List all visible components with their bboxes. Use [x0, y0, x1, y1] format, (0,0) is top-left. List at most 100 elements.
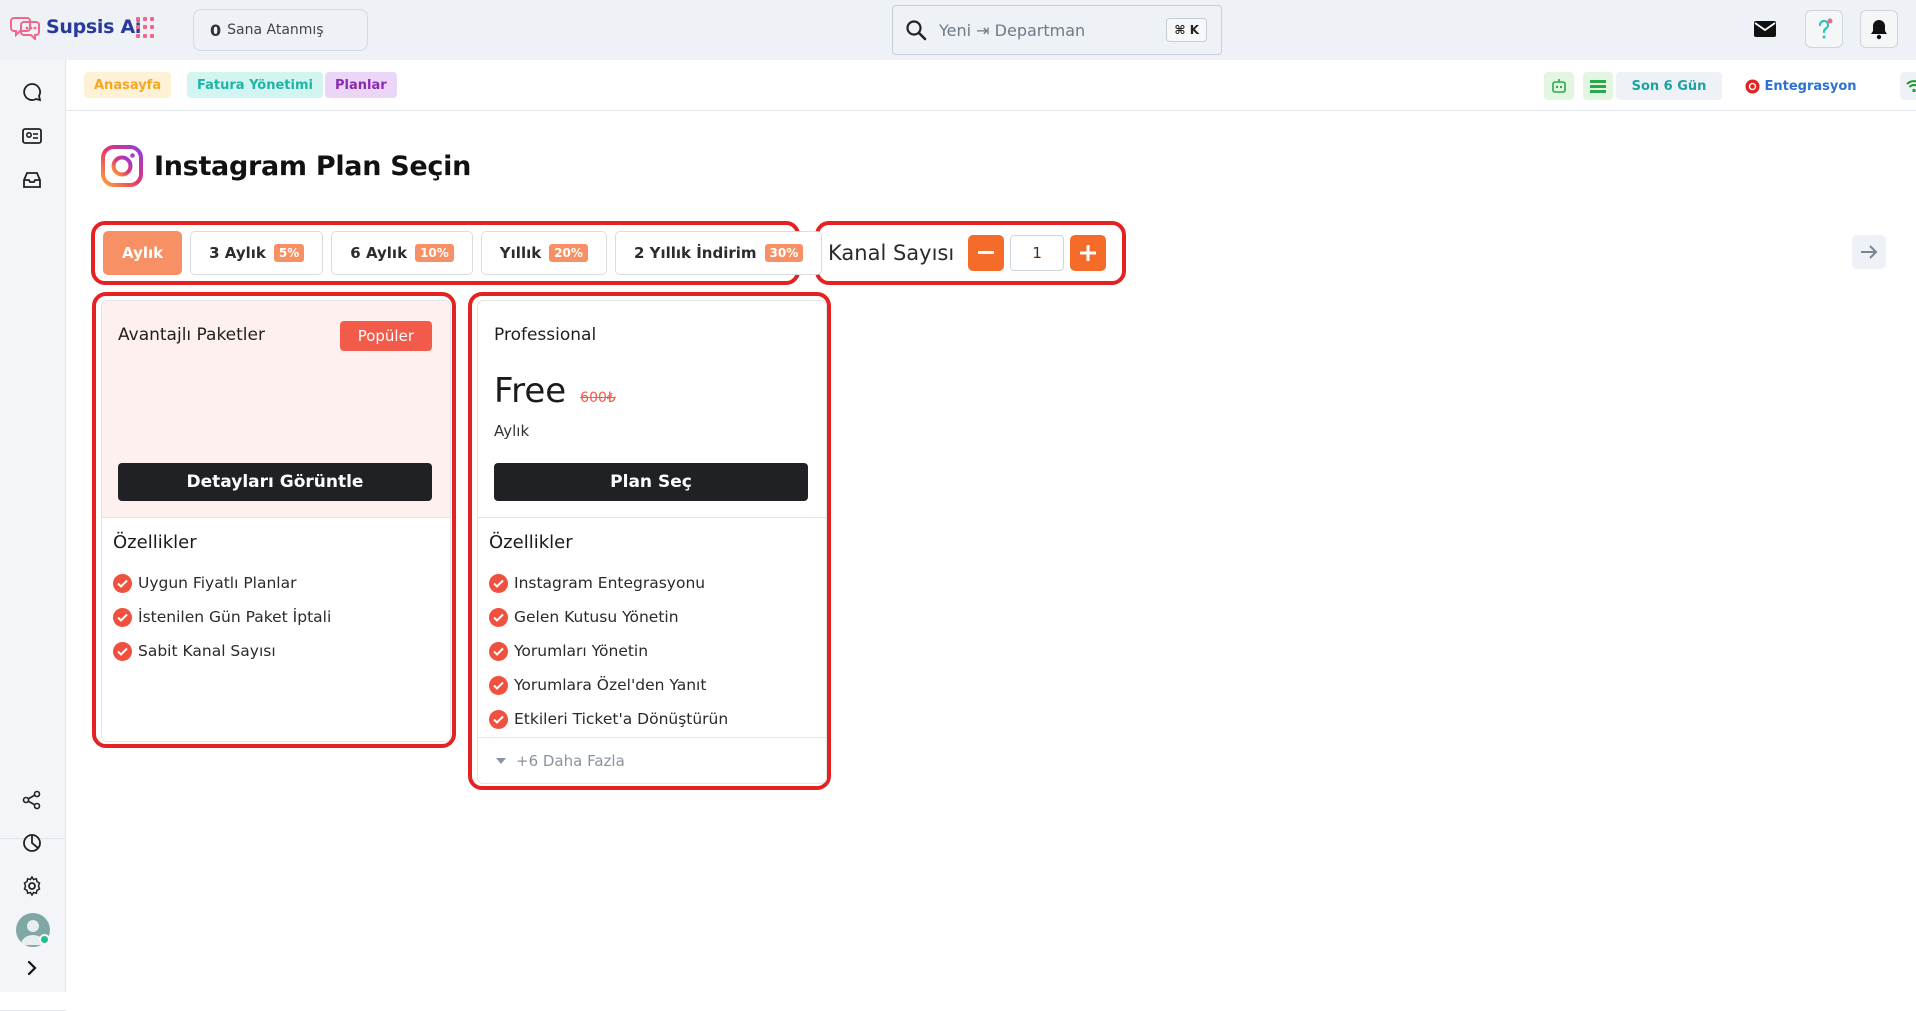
- bot-status-button[interactable]: [1544, 72, 1574, 100]
- period-label: 6 Aylık: [350, 244, 408, 262]
- list-item: Instagram Entegrasyonu: [489, 566, 728, 600]
- app-name: Supsis Ai: [46, 16, 142, 38]
- check-icon: [489, 607, 508, 627]
- online-status-dot: [39, 934, 50, 945]
- feature-text: İstenilen Gün Paket İptali: [138, 608, 332, 626]
- search-placeholder: Yeni ⇥ Departman: [939, 20, 1086, 40]
- old-price: 600₺: [580, 390, 616, 406]
- arrow-right-icon: [1861, 245, 1878, 259]
- bell-icon: [1871, 20, 1887, 40]
- settings-nav-icon[interactable]: [20, 874, 44, 898]
- notifications-button[interactable]: [1860, 10, 1898, 48]
- minus-icon: [978, 251, 995, 254]
- reports-nav-icon[interactable]: [20, 831, 44, 855]
- integration-status[interactable]: Entegrasyon: [1711, 72, 1891, 100]
- plan-name: Professional: [494, 325, 597, 345]
- check-icon: [113, 641, 132, 661]
- list-status-button[interactable]: [1583, 72, 1613, 100]
- billing-period-selector: Aylık 3 Aylık 5% 6 Aylık 10% Yıllık 20% …: [103, 231, 823, 275]
- price-value: Free: [494, 371, 567, 411]
- assigned-count: 0: [210, 20, 222, 40]
- period-yearly[interactable]: Yıllık 20%: [480, 231, 607, 275]
- check-icon: [489, 675, 508, 695]
- feature-text: Instagram Entegrasyonu: [514, 574, 706, 592]
- period-monthly[interactable]: Aylık: [103, 231, 183, 275]
- show-more-button[interactable]: +6 Daha Fazla: [478, 737, 826, 783]
- inbox-nav-icon[interactable]: [20, 168, 44, 192]
- top-bar: Supsis Ai 0 Sana Atanmış Yeni ⇥ Departma…: [0, 0, 1916, 60]
- help-icon: [1818, 18, 1833, 39]
- robot-icon: [1552, 79, 1566, 93]
- caret-down-icon: [496, 757, 506, 764]
- plan-card-professional: Professional Free 600₺ Aylık Plan Seç Öz…: [477, 300, 827, 784]
- channel-count-input[interactable]: 1: [1010, 235, 1065, 271]
- check-icon: [489, 709, 508, 729]
- instagram-icon: [101, 145, 143, 187]
- mail-icon: [1754, 21, 1776, 37]
- sub-header: Anasayfa Fatura Yönetimi Planlar Son 6 G…: [66, 60, 1916, 111]
- chat-nav-icon[interactable]: [20, 80, 44, 104]
- channel-count-control: Kanal Sayısı 1: [828, 235, 1107, 271]
- expand-sidebar-icon[interactable]: [20, 956, 44, 980]
- mail-button[interactable]: [1746, 10, 1784, 48]
- feature-text: Sabit Kanal Sayısı: [138, 642, 276, 660]
- feature-text: Gelen Kutusu Yönetin: [514, 608, 679, 626]
- breadcrumb-plans[interactable]: Planlar: [325, 72, 397, 98]
- plan-price: Free 600₺: [494, 371, 616, 411]
- feature-text: Uygun Fiyatlı Planlar: [138, 574, 297, 592]
- integration-label: Entegrasyon: [1764, 78, 1857, 94]
- integration-error-icon: [1745, 79, 1760, 93]
- next-button[interactable]: [1852, 235, 1886, 269]
- contacts-nav-icon[interactable]: [20, 124, 44, 148]
- feature-text: Etkileri Ticket'a Dönüştürün: [514, 710, 729, 728]
- show-more-label: +6 Daha Fazla: [516, 751, 625, 770]
- assigned-to-me-button[interactable]: 0 Sana Atanmış: [193, 9, 368, 51]
- check-icon: [489, 573, 508, 593]
- discount-badge: 5%: [273, 244, 305, 262]
- period-label: Yıllık: [499, 244, 542, 262]
- app-logo[interactable]: Supsis Ai: [10, 14, 141, 40]
- plan-card-header: Professional Free 600₺ Aylık Plan Seç: [478, 301, 826, 518]
- check-icon: [489, 641, 508, 661]
- breadcrumb-home[interactable]: Anasayfa: [84, 72, 172, 98]
- features-title: Özellikler: [113, 532, 197, 553]
- apps-grid-icon[interactable]: [136, 17, 158, 39]
- list-item: Etkileri Ticket'a Dönüştürün: [489, 702, 728, 736]
- increment-button[interactable]: [1070, 235, 1107, 271]
- channel-count-label: Kanal Sayısı: [828, 241, 955, 265]
- price-period: Aylık: [494, 422, 530, 440]
- connection-status[interactable]: [1900, 72, 1916, 100]
- plan-card-header: Avantajlı Paketler Popüler Detayları Gör…: [102, 301, 450, 518]
- select-plan-button[interactable]: Plan Seç: [494, 463, 808, 501]
- plan-name: Avantajlı Paketler: [118, 325, 265, 345]
- period-2-years[interactable]: 2 Yıllık İndirim 30%: [614, 231, 823, 275]
- search-shortcut: ⌘ K: [1166, 18, 1207, 42]
- last-days-filter[interactable]: Son 6 Gün: [1616, 72, 1722, 100]
- list-item: Uygun Fiyatlı Planlar: [113, 566, 331, 600]
- wifi-icon: [1906, 80, 1916, 93]
- list-item: Gelen Kutusu Yönetin: [489, 600, 728, 634]
- assigned-label: Sana Atanmış: [227, 22, 324, 38]
- help-button[interactable]: [1805, 10, 1843, 48]
- period-6-months[interactable]: 6 Aylık 10%: [331, 231, 473, 275]
- list-item: Sabit Kanal Sayısı: [113, 634, 331, 668]
- discount-badge: 10%: [415, 244, 454, 262]
- list-icon: [1590, 80, 1606, 93]
- search-input[interactable]: Yeni ⇥ Departman ⌘ K: [892, 5, 1222, 55]
- breadcrumb-billing[interactable]: Fatura Yönetimi: [187, 72, 323, 98]
- view-details-button[interactable]: Detayları Görüntle: [118, 463, 432, 501]
- left-sidebar: [0, 60, 66, 1011]
- page-header: Instagram Plan Seçin: [100, 144, 471, 188]
- period-3-months[interactable]: 3 Aylık 5%: [190, 231, 324, 275]
- list-item: İstenilen Gün Paket İptali: [113, 600, 331, 634]
- check-icon: [113, 607, 132, 627]
- share-nav-icon[interactable]: [20, 788, 44, 812]
- decrement-button[interactable]: [968, 235, 1005, 271]
- list-item: Yorumlara Özel'den Yanıt: [489, 668, 728, 702]
- period-label: 2 Yıllık İndirim: [633, 244, 757, 262]
- check-icon: [113, 573, 132, 593]
- feature-list: Instagram Entegrasyonu Gelen Kutusu Yöne…: [489, 566, 728, 736]
- plan-card-advantage: Avantajlı Paketler Popüler Detayları Gör…: [101, 300, 451, 742]
- logo-icon: [10, 17, 40, 40]
- discount-badge: 20%: [549, 244, 588, 262]
